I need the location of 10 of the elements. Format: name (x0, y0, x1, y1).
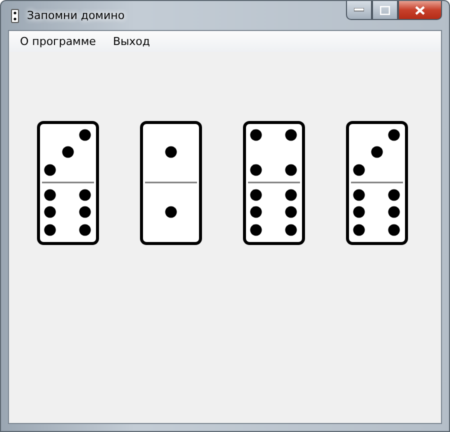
close-button[interactable] (398, 1, 442, 20)
menu-item[interactable]: О программе (13, 35, 103, 48)
window-title: Запомни домино (27, 9, 125, 22)
minimize-icon (354, 8, 364, 12)
minimize-button[interactable] (346, 1, 372, 20)
maximize-icon (380, 6, 390, 14)
maximize-button[interactable] (372, 1, 398, 20)
close-icon (415, 6, 425, 14)
domino-icon (11, 8, 19, 22)
menu-item[interactable]: Выход (106, 35, 158, 48)
